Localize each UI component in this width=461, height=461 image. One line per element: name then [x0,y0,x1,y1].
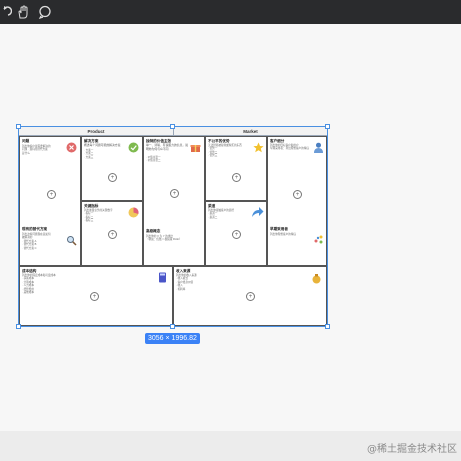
gift-icon [190,140,201,152]
resize-handle-top-left[interactable] [16,124,21,129]
add-button[interactable]: + [232,230,241,239]
cell-desc: 概述每个问题可能的解决方案 [84,143,121,147]
cell-problem[interactable]: 问题 列出你客户最需要解决的 问题 · 现有的替代方案 是什么 + 现有的替代方… [19,136,81,266]
cell-unfair-advantage[interactable]: 不公平的优势 无法轻易被复制或购买的东西 · 优势一 · 优势二 · 优势三 + [205,136,267,201]
add-button[interactable]: + [90,292,99,301]
resize-handle-top-right[interactable] [325,124,330,129]
comment-icon[interactable] [36,3,54,21]
cell-lines: 列出你的 X 为 Y 的类比 （例如：优酷 = 视频版 Flickr） [146,235,182,242]
cell-solution[interactable]: 解决方案 概述每个问题可能的解决方案 · 方案一 · 方案二 · 方案三 + [81,136,143,201]
lean-canvas: Product Market 问题 列出你客户最需要解决的 问题 · 现有的替代… [19,127,327,326]
cell-lines: 无法轻易被复制或购买的东西 · 优势一 · 优势二 · 优势三 [208,144,242,158]
add-button[interactable]: + [108,173,117,182]
check-icon [128,140,139,153]
add-button[interactable]: + [246,292,255,301]
cell-revenue-streams[interactable]: 收入来源 列出你的收入来源 · 收入模式 · 客户终身价值 · 收入 · 毛利率… [173,266,327,326]
add-button[interactable]: + [47,190,56,199]
calculator-icon [157,270,168,283]
add-button[interactable]: + [293,190,302,199]
star-icon [253,140,264,153]
dots-icon [313,232,324,244]
cell-lines: 列出你接触客户的途径 · 渠道一 · 渠道二 [208,209,234,219]
header-market: Market [173,127,327,136]
header-product: Product [19,127,173,136]
selection-size-badge: 3056 × 1996.82 [145,333,200,344]
cell-title: 问题 [22,139,30,143]
cell-lines: 列出你理想客户的特征 [270,233,296,236]
resize-handle-bottom[interactable] [170,324,175,329]
cell-lines: 列出这些问题现在是如何 被解决的 · 替代方案 A · 替代方案 B · 替代方… [22,233,51,250]
add-button[interactable]: + [108,230,117,239]
cell-unique-value-proposition[interactable]: 独特的价值主张 单一、清晰、有说服力的信息，说明你为何与众不同 · 价值主张一 … [143,136,205,266]
add-button[interactable]: + [232,173,241,182]
cell-cost-structure[interactable]: 成本结构 列出你的固定成本和可变成本 · 获客成本 · 分销成本 · 人力成本 … [19,266,173,326]
cell-desc: 单一、清晰、有说服力的信息，说明你为何与众不同 [146,143,188,151]
cell-channels[interactable]: 渠道 列出你接触客户的途径 · 渠道一 · 渠道二 + [205,201,267,266]
problem-x-icon [66,140,77,153]
cell-subtitle: 高级概念 [146,229,161,233]
hand-icon[interactable] [14,3,32,21]
money-bag-icon [311,271,322,284]
watermark: @稀土掘金技术社区 [367,444,457,455]
pie-chart-icon [128,205,139,218]
bottom-bar: @稀土掘金技术社区 [0,431,461,461]
arrow-share-icon [251,205,264,218]
magnifier-icon [66,233,77,246]
cell-customer-segments[interactable]: 客户细分 列出你的目标客户和用户 早期采用者：列出理想客户的特征 + 早期采用者… [267,136,327,266]
undo-icon[interactable] [0,3,14,21]
cell-lines: 列出你的收入来源 · 收入模式 · 客户终身价值 · 收入 · 毛利率 [176,274,197,291]
cell-lines: · 价值主张一 · 价值主张二 [146,156,161,163]
cell-subtitle: 现有的替代方案 [22,227,48,231]
cell-lines: · 方案一 · 方案二 · 方案三 [84,149,94,159]
cell-lines: 列出衡量业务的关键数字 · 指标一 · 指标二 · 指标三 [84,209,113,223]
resize-handle-bottom-right[interactable] [325,324,330,329]
cell-lines: 列出你的目标客户和用户 早期采用者：列出理想客户的特征 [270,144,309,151]
cell-lines: 列出你的固定成本和可变成本 · 获客成本 · 分销成本 · 人力成本 · 托管费… [22,274,56,295]
add-button[interactable]: + [170,189,179,198]
user-icon [313,140,324,153]
cell-key-metrics[interactable]: 关键指标 列出衡量业务的关键数字 · 指标一 · 指标二 · 指标三 + [81,201,143,266]
cell-subtitle: 早期采用者 [270,227,288,231]
lean-canvas-board[interactable]: Product Market 问题 列出你客户最需要解决的 问题 · 现有的替代… [16,124,330,329]
resize-handle-top[interactable] [170,124,175,129]
cell-lines: 列出你客户最需要解决的 问题 · 现有的替代方案 是什么 [22,145,51,155]
top-toolbar [0,0,461,24]
resize-handle-bottom-left[interactable] [16,324,21,329]
